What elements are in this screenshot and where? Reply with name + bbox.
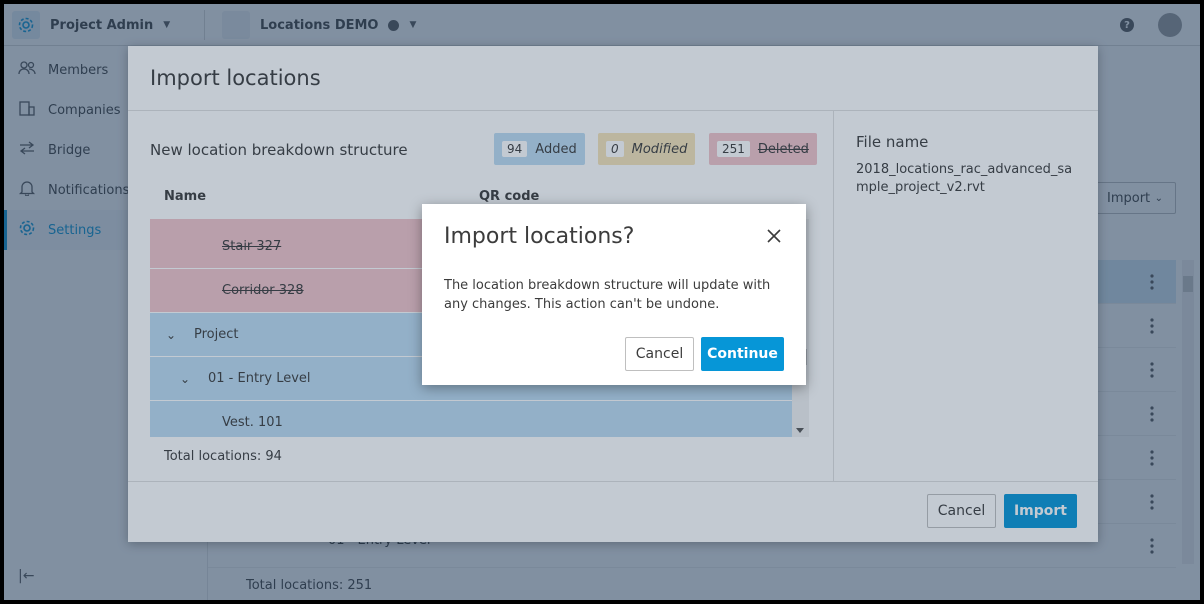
close-icon[interactable] [766, 228, 782, 244]
dialog-title: Import locations? [444, 224, 635, 249]
cancel-button[interactable]: Cancel [625, 337, 694, 371]
dialog-message: The location breakdown structure will up… [444, 278, 771, 312]
app-window: Project Admin ▼ Locations DEMO ▼ ? Membe… [0, 0, 1204, 604]
confirm-import-dialog: Import locations? The location breakdown… [422, 204, 806, 385]
continue-button[interactable]: Continue [701, 337, 784, 371]
